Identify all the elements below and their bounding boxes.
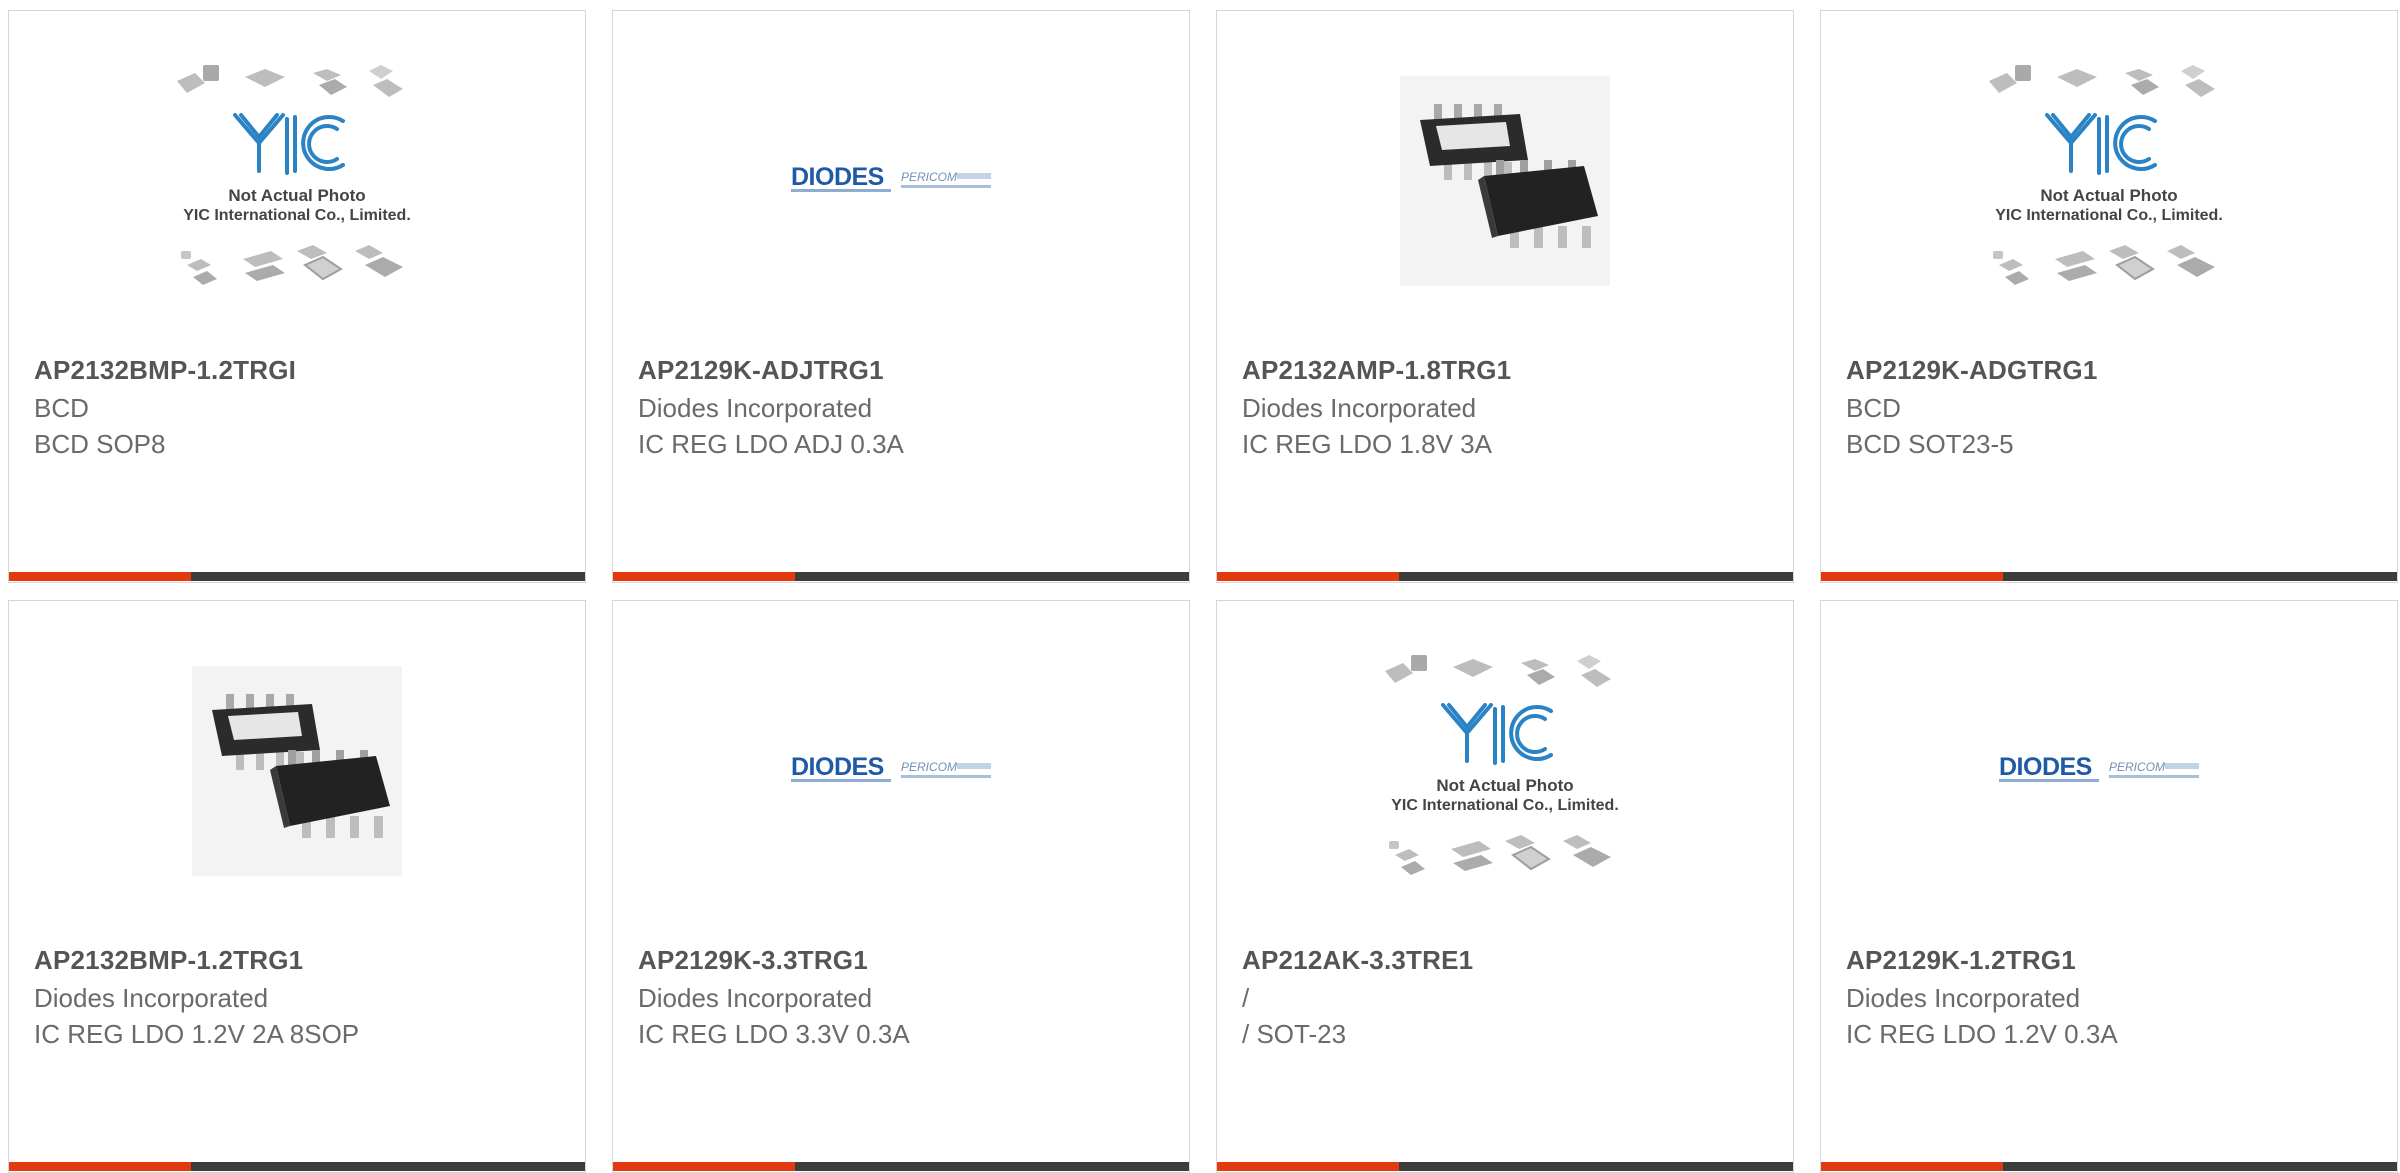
product-description: IC REG LDO 1.2V 0.3A xyxy=(1846,1019,2118,1049)
placeholder-line2: YIC International Co., Limited. xyxy=(1391,797,1619,814)
diodes-brand: DIODES xyxy=(791,163,884,191)
part-number-link[interactable]: AP2132BMP-1.2TRGI xyxy=(34,355,296,386)
card-accent-bar xyxy=(1821,572,2003,581)
product-description: BCD SOT23-5 xyxy=(1846,429,2014,459)
card-bottom-bar xyxy=(1821,572,2397,581)
pericom-brand: PERICOM xyxy=(2109,760,2165,774)
product-card[interactable]: Not Actual Photo YIC International Co., … xyxy=(1820,10,2398,583)
part-number-link[interactable]: AP2132AMP-1.8TRG1 xyxy=(1242,355,1511,386)
card-bottom-bar xyxy=(9,572,585,581)
product-description: IC REG LDO 1.2V 2A 8SOP xyxy=(34,1019,360,1049)
part-number-link[interactable]: AP2129K-ADJTRG1 xyxy=(638,355,884,386)
product-card[interactable]: DIODES PERICOM AP2129K-1.2TRG1 Diodes In… xyxy=(1820,600,2398,1173)
placeholder-line1: Not Actual Photo xyxy=(228,186,365,205)
product-description: BCD SOP8 xyxy=(34,429,166,459)
card-bottom-bar xyxy=(1217,572,1793,581)
yic-placeholder-logo: Not Actual Photo YIC International Co., … xyxy=(1385,655,1619,875)
product-image[interactable] xyxy=(9,601,585,941)
manufacturer-name: / xyxy=(1242,983,1250,1013)
product-image[interactable]: DIODES PERICOM xyxy=(613,11,1189,351)
part-number-link[interactable]: AP2129K-3.3TRG1 xyxy=(638,945,868,976)
product-image[interactable]: Not Actual Photo YIC International Co., … xyxy=(1217,601,1793,941)
placeholder-line1: Not Actual Photo xyxy=(2040,186,2177,205)
part-number-link[interactable]: AP2129K-ADGTRG1 xyxy=(1846,355,2098,386)
placeholder-line1: Not Actual Photo xyxy=(1436,776,1573,795)
pericom-brand: PERICOM xyxy=(901,170,957,184)
card-accent-bar xyxy=(1217,572,1399,581)
manufacturer-name: Diodes Incorporated xyxy=(638,983,873,1013)
product-card[interactable]: Not Actual Photo YIC International Co., … xyxy=(1216,600,1794,1173)
diodes-logo: DIODES PERICOM xyxy=(791,753,991,782)
card-bottom-bar xyxy=(613,572,1189,581)
diodes-brand: DIODES xyxy=(791,753,884,781)
card-accent-bar xyxy=(613,572,795,581)
manufacturer-name: Diodes Incorporated xyxy=(34,983,269,1013)
card-accent-bar xyxy=(9,572,191,581)
product-image[interactable] xyxy=(1217,11,1793,351)
manufacturer-name: Diodes Incorporated xyxy=(638,393,873,423)
product-card[interactable]: Not Actual Photo YIC International Co., … xyxy=(8,10,586,583)
sop8-chip-photo xyxy=(192,666,402,876)
manufacturer-name: Diodes Incorporated xyxy=(1846,983,2081,1013)
diodes-logo: DIODES PERICOM xyxy=(791,163,991,192)
product-description: / SOT-23 xyxy=(1242,1019,1347,1049)
product-image[interactable]: DIODES PERICOM xyxy=(1821,601,2397,941)
diodes-brand: DIODES xyxy=(1999,753,2092,781)
pericom-brand: PERICOM xyxy=(901,760,957,774)
part-number-link[interactable]: AP212AK-3.3TRE1 xyxy=(1242,945,1473,976)
manufacturer-name: Diodes Incorporated xyxy=(1242,393,1477,423)
product-description: IC REG LDO ADJ 0.3A xyxy=(638,429,904,459)
manufacturer-name: BCD xyxy=(1846,393,1901,423)
placeholder-line2: YIC International Co., Limited. xyxy=(1995,207,2223,224)
product-card[interactable]: DIODES PERICOM AP2129K-ADJTRG1 Diodes In… xyxy=(612,10,1190,583)
product-card[interactable]: DIODES PERICOM AP2129K-3.3TRG1 Diodes In… xyxy=(612,600,1190,1173)
sop8-chip-photo xyxy=(1400,76,1610,286)
product-card[interactable]: AP2132BMP-1.2TRG1 Diodes Incorporated IC… xyxy=(8,600,586,1173)
part-number-link[interactable]: AP2129K-1.2TRG1 xyxy=(1846,945,2076,976)
diodes-logo: DIODES PERICOM xyxy=(1999,753,2199,782)
product-card[interactable]: AP2132AMP-1.8TRG1 Diodes Incorporated IC… xyxy=(1216,10,1794,583)
yic-placeholder-logo: Not Actual Photo YIC International Co., … xyxy=(177,65,411,285)
product-description: IC REG LDO 3.3V 0.3A xyxy=(638,1019,910,1049)
yic-placeholder-logo: Not Actual Photo YIC International Co., … xyxy=(1989,65,2223,285)
placeholder-line2: YIC International Co., Limited. xyxy=(183,207,411,224)
product-image[interactable]: Not Actual Photo YIC International Co., … xyxy=(1821,11,2397,351)
product-image[interactable]: DIODES PERICOM xyxy=(613,601,1189,941)
part-number-link[interactable]: AP2132BMP-1.2TRG1 xyxy=(34,945,303,976)
product-image[interactable]: Not Actual Photo YIC International Co., … xyxy=(9,11,585,351)
manufacturer-name: BCD xyxy=(34,393,89,423)
product-description: IC REG LDO 1.8V 3A xyxy=(1242,429,1492,459)
product-grid: Not Actual Photo YIC International Co., … xyxy=(0,0,2400,1173)
